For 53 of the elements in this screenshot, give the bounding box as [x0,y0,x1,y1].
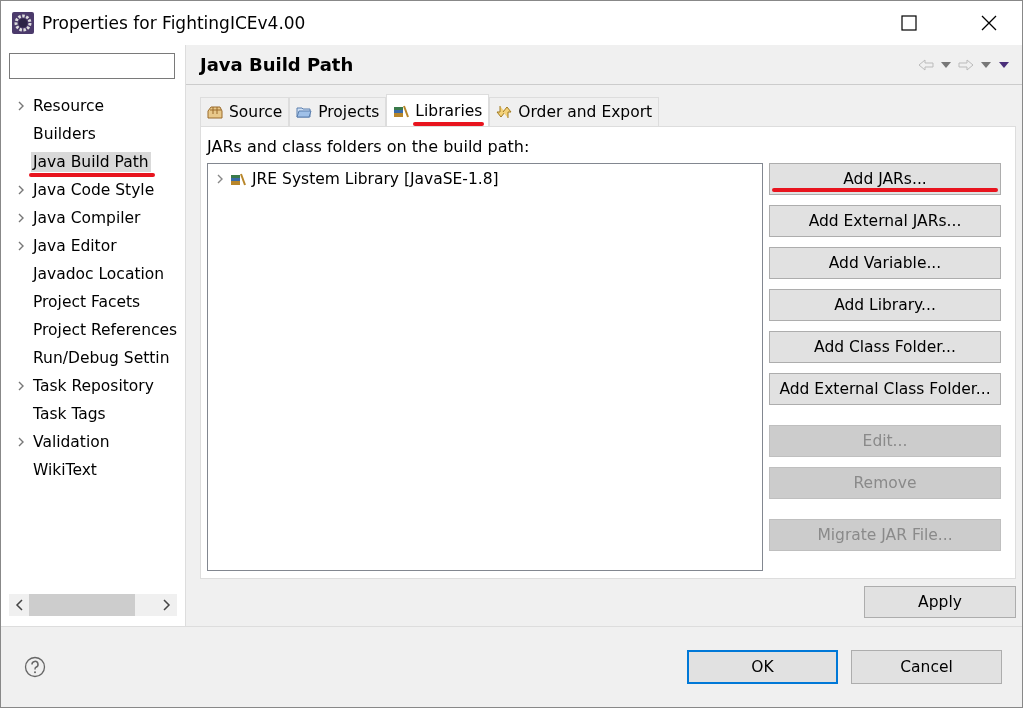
sidebar-item[interactable]: WikiText [31,460,99,480]
menu-icon[interactable] [998,60,1010,69]
dropdown-icon[interactable] [940,60,952,69]
sidebar-item[interactable]: Javadoc Location [31,264,167,284]
horizontal-scrollbar[interactable] [9,594,177,616]
gear-icon [12,12,34,34]
books-icon [393,103,410,118]
action-button[interactable]: Add Library... [769,289,1001,321]
action-button[interactable]: Add Class Folder... [769,331,1001,363]
chevron-right-icon[interactable] [17,213,25,223]
sidebar-item[interactable]: Run/Debug Settin [31,348,172,368]
scroll-left-icon[interactable] [15,599,25,611]
sidebar-item[interactable]: Project Facets [31,292,143,312]
package-icon [207,105,223,119]
sidebar-item[interactable]: Java Editor [31,236,119,256]
action-button[interactable]: Add External JARs... [769,205,1001,237]
dropdown-icon[interactable] [980,60,992,69]
tab[interactable]: Libraries [386,94,490,126]
help-icon[interactable] [24,656,46,678]
chevron-right-icon[interactable] [216,174,224,184]
tab[interactable]: Order and Export [489,97,660,126]
chevron-right-icon[interactable] [17,381,25,391]
sidebar-item[interactable]: Task Repository [31,376,156,396]
chevron-right-icon[interactable] [17,437,25,447]
sidebar-item[interactable]: Builders [31,124,98,144]
sidebar-item[interactable]: Project References [31,320,180,340]
action-button[interactable]: Add Variable... [769,247,1001,279]
chevron-right-icon[interactable] [17,185,25,195]
annotation-underline [413,121,485,126]
sidebar-item[interactable]: Resource [31,96,107,116]
folder-icon [296,105,313,119]
scroll-right-icon[interactable] [161,599,171,611]
sidebar-item[interactable]: Java Build Path [31,152,151,172]
window-title: Properties for FightingICEv4.00 [42,13,307,33]
tab[interactable]: Projects [289,97,387,126]
tab[interactable]: Source [200,97,290,126]
arrows-icon [496,105,513,119]
page-title: Java Build Path [200,54,354,75]
filter-field[interactable] [9,53,175,79]
chevron-right-icon[interactable] [17,101,25,111]
chevron-right-icon[interactable] [17,241,25,251]
apply-button[interactable]: Apply [864,586,1016,618]
dialog-button[interactable]: OK [687,650,838,684]
sidebar-item[interactable]: Java Compiler [31,208,143,228]
list-label: JARs and class folders on the build path: [207,137,531,156]
action-button[interactable]: Add JARs... [769,163,1001,195]
dialog-button[interactable]: Cancel [851,650,1002,684]
sidebar-item[interactable]: Validation [31,432,112,452]
action-button[interactable]: Add External Class Folder... [769,373,1001,405]
sidebar-item[interactable]: Java Code Style [31,180,157,200]
tree-item[interactable]: JRE System Library [JavaSE-1.8] [252,170,499,188]
sidebar-item[interactable]: Task Tags [31,404,108,424]
books-icon [230,172,246,186]
